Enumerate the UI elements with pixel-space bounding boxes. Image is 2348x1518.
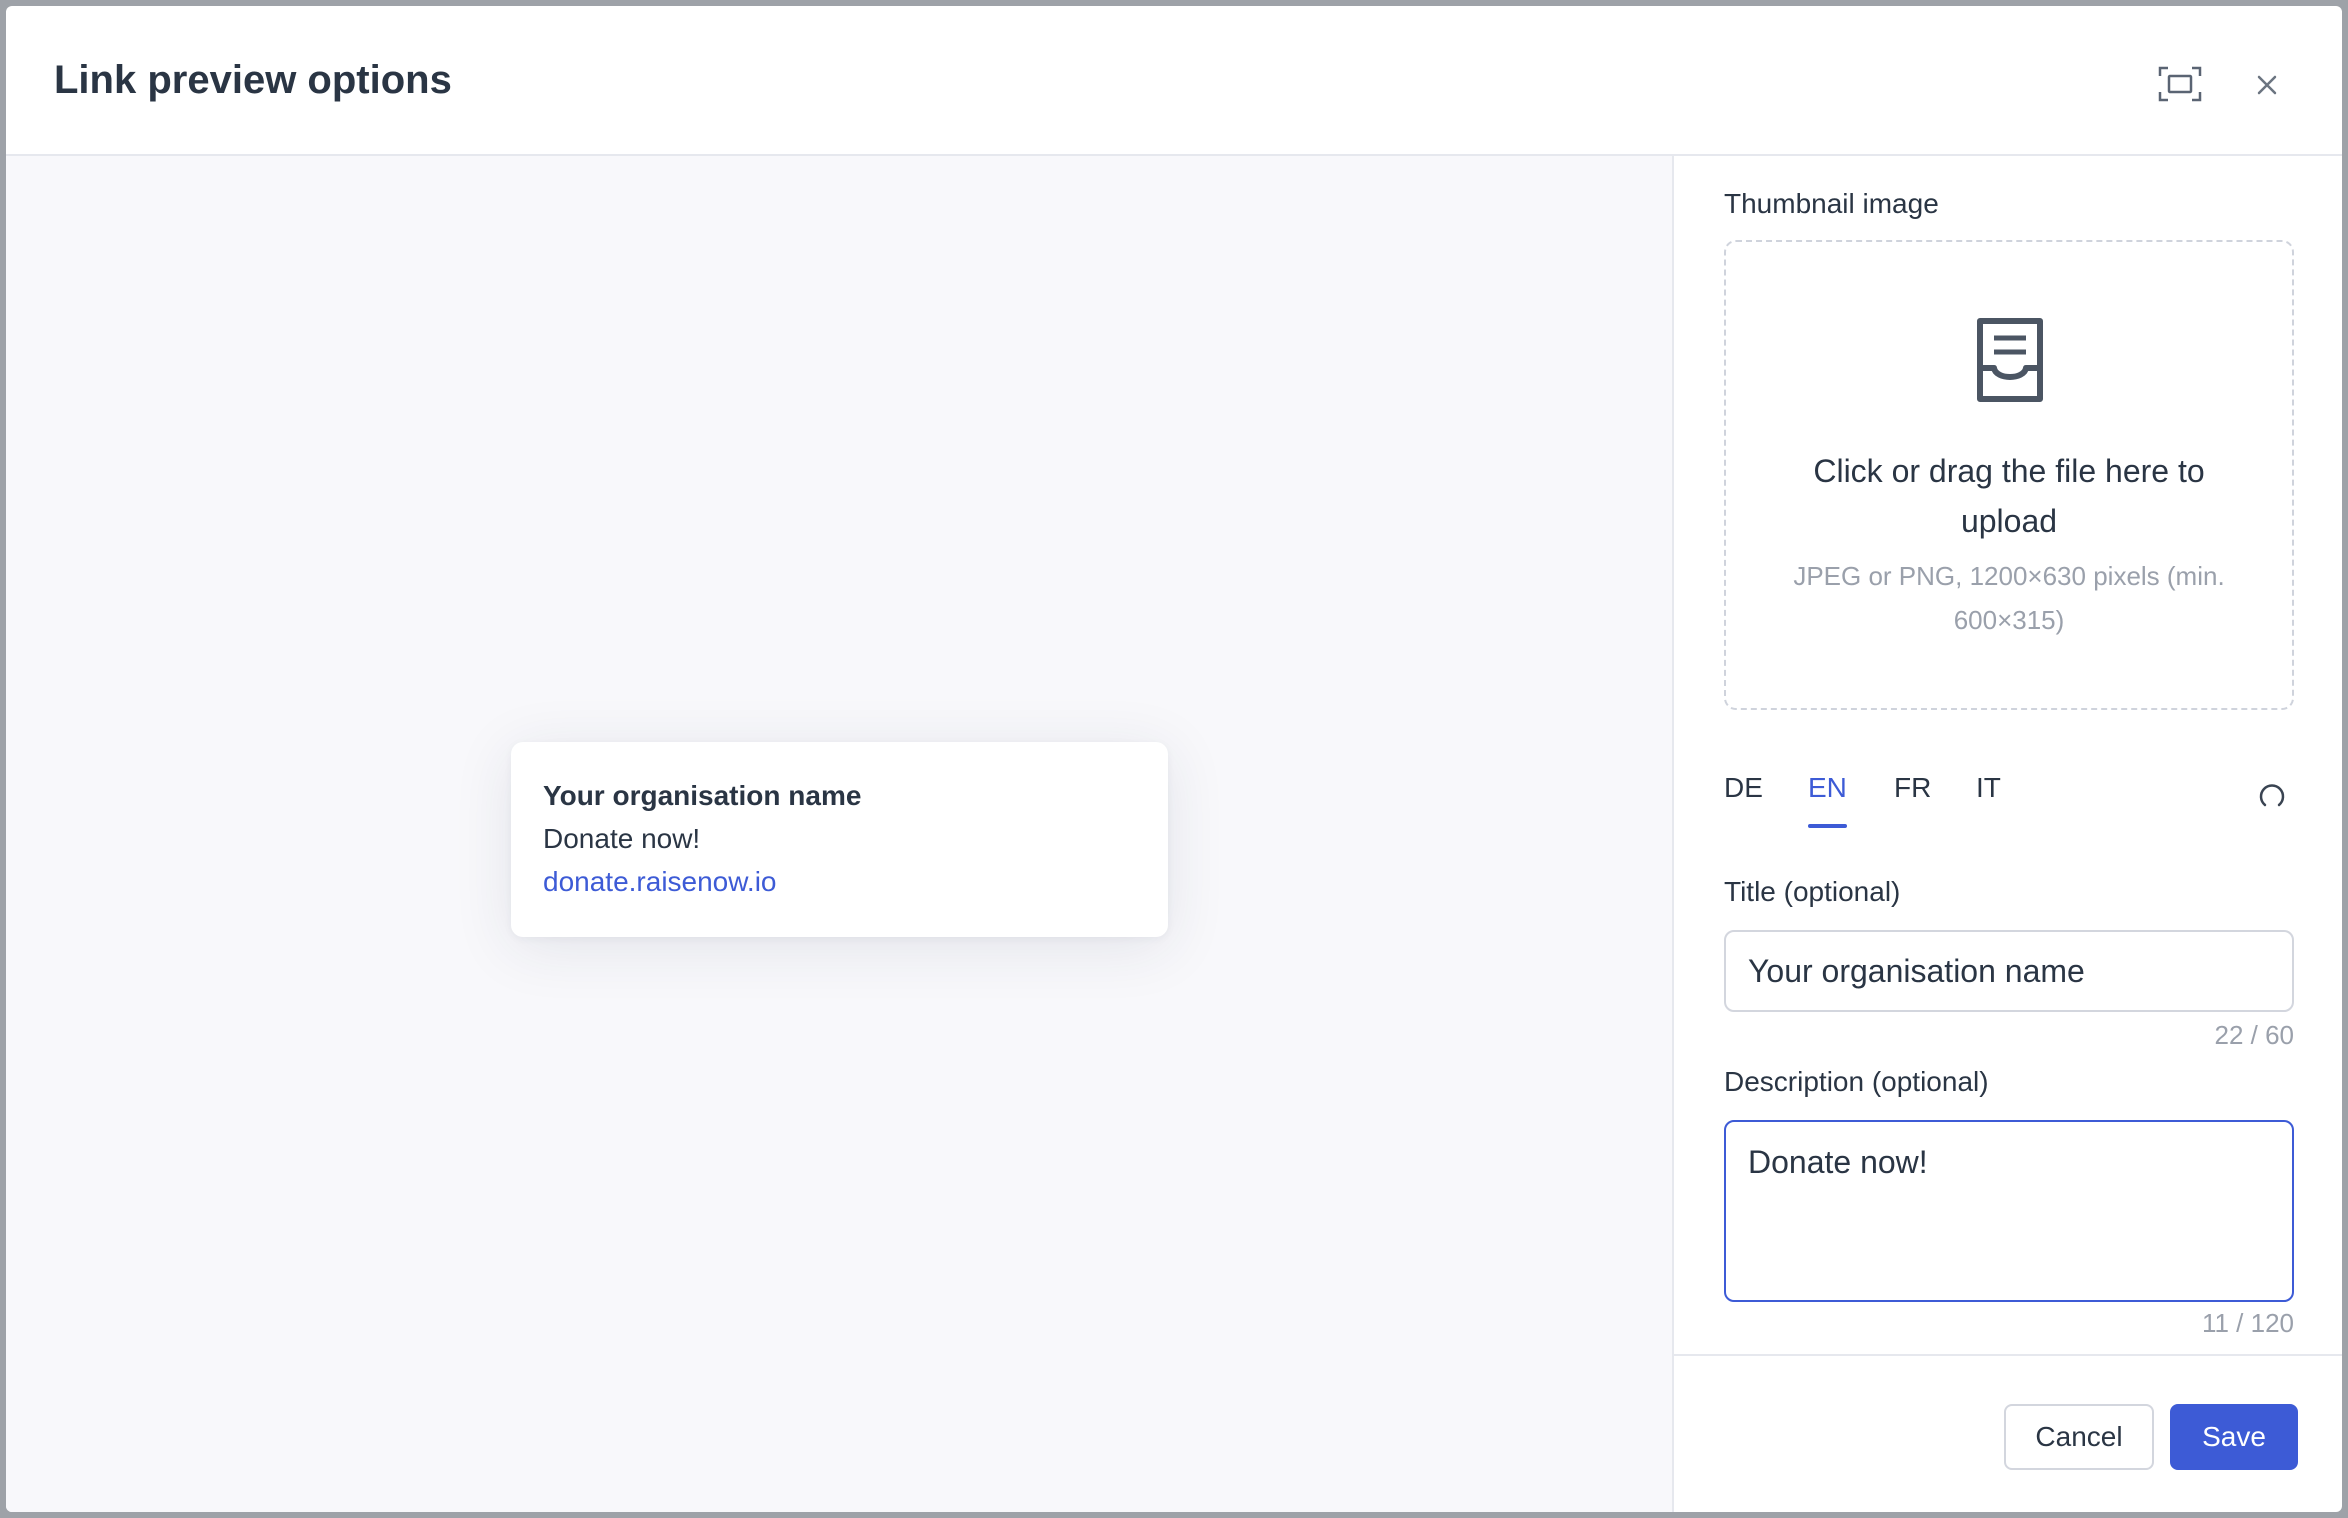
close-button[interactable] [2250,68,2284,102]
thumbnail-dropzone[interactable]: Click or drag the file here to upload JP… [1724,240,2294,710]
tab-it[interactable]: IT [1976,768,2001,828]
modal-title: Link preview options [54,58,452,102]
title-char-counter: 22 / 60 [2214,1020,2294,1050]
link-preview-modal: Link preview options Your organisation n… [6,6,2342,1512]
reset-button[interactable] [2256,780,2288,812]
title-field-label: Title (optional) [1724,876,1901,907]
preview-pane: Your organisation name Donate now! donat… [6,156,1674,1512]
expand-button[interactable] [2158,66,2202,102]
tab-fr[interactable]: FR [1894,768,1931,828]
description-char-counter: 11 / 120 [2201,1308,2294,1338]
options-panel: Thumbnail image Click or drag the file h… [1674,156,2342,1512]
expand-icon [2158,66,2202,102]
tab-en[interactable]: EN [1808,768,1847,828]
upload-hint: JPEG or PNG, 1200×630 pixels (min. 600×3… [1793,561,2225,635]
reset-icon [2259,784,2285,807]
cancel-button[interactable]: Cancel [2004,1404,2154,1470]
close-icon [2257,75,2277,95]
tab-de[interactable]: DE [1724,768,1763,828]
link-preview-card: Your organisation name Donate now! donat… [511,742,1168,937]
preview-url: donate.raisenow.io [543,866,777,897]
preview-title: Your organisation name [543,780,862,811]
save-button[interactable]: Save [2170,1404,2298,1470]
title-input[interactable] [1724,930,2294,1012]
modal-header: Link preview options [6,6,2342,156]
thumbnail-label: Thumbnail image [1724,188,1939,219]
description-field-label: Description (optional) [1724,1066,1989,1097]
description-input[interactable]: Donate now! [1724,1120,2294,1302]
upload-tray-icon [1977,318,2043,402]
modal-footer: Cancel Save [1674,1354,2342,1512]
upload-instruction: Click or drag the file here to upload [1813,453,2205,539]
preview-description: Donate now! [543,823,701,854]
